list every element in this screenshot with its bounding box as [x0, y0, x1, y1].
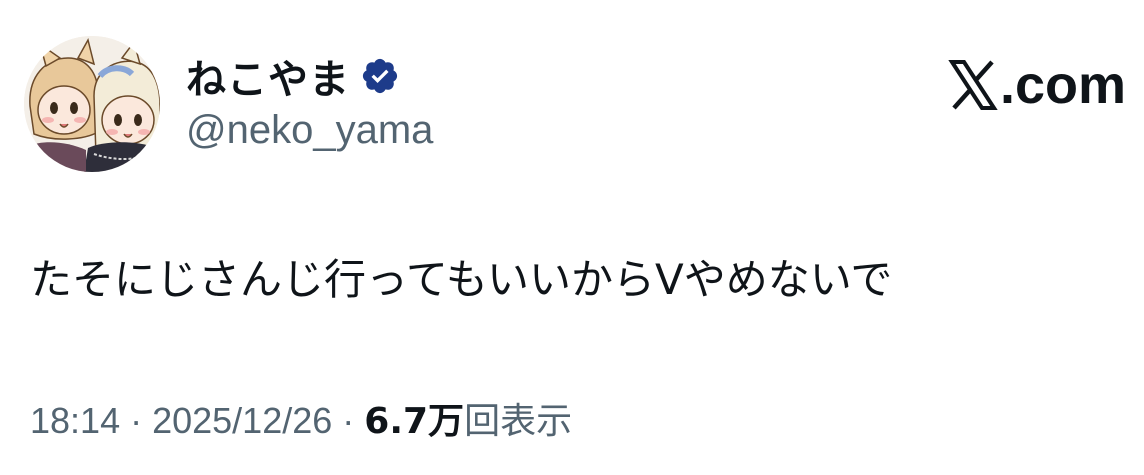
tweet-meta: 18:14 · 2025/12/26 · 6.7万 回表示: [30, 392, 572, 444]
tweet-card: ねこやま @neko_yama .com たそにじさんじ行ってもいいからVやめな…: [0, 0, 1144, 475]
tweet-text: たそにじさんじ行ってもいいからVやめないで: [30, 255, 893, 304]
author-handle[interactable]: @neko_yama: [186, 108, 433, 153]
site-logo[interactable]: .com: [948, 58, 1126, 112]
tweet-date[interactable]: 2025/12/26: [152, 400, 332, 442]
display-name[interactable]: ねこやま: [186, 47, 350, 105]
meta-separator: ·: [342, 400, 355, 441]
display-name-row[interactable]: ねこやま: [186, 52, 400, 103]
verified-badge-icon: [362, 58, 398, 94]
meta-separator: ·: [130, 400, 143, 441]
x-logo-icon: [948, 60, 998, 110]
view-count-label: 回表示: [464, 401, 573, 442]
view-count[interactable]: 6.7万: [364, 392, 464, 444]
avatar-illustration-icon: [24, 36, 160, 172]
site-domain-suffix: .com: [999, 55, 1126, 115]
avatar[interactable]: [24, 36, 160, 172]
tweet-time[interactable]: 18:14: [30, 400, 120, 442]
